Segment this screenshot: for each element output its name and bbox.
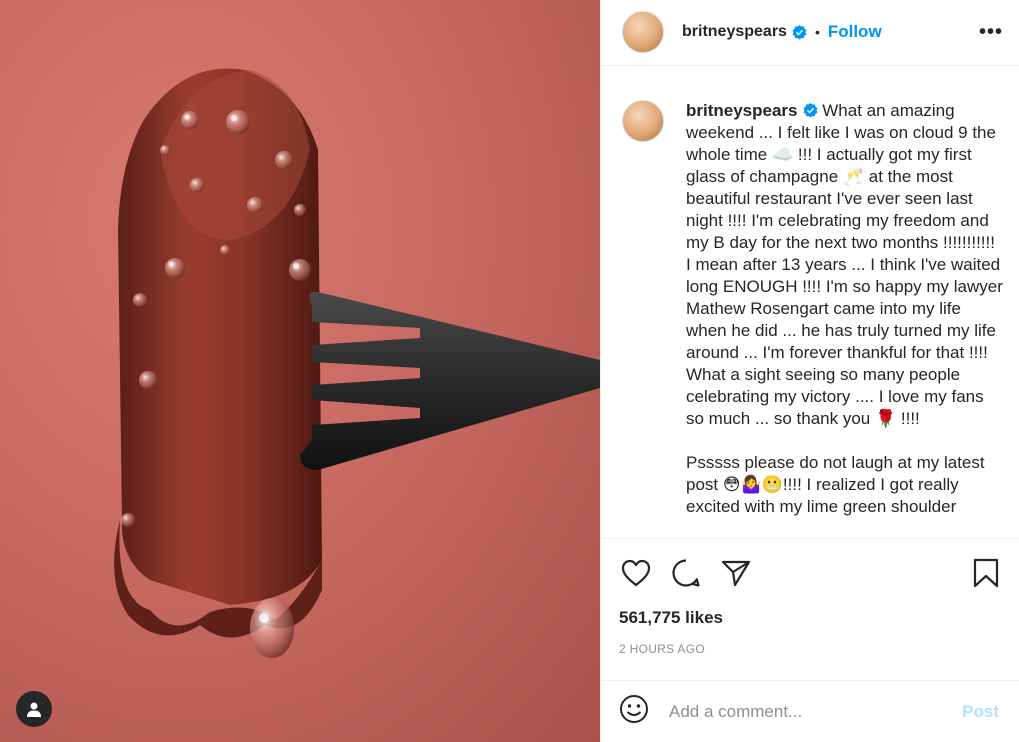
share-button[interactable] <box>719 556 753 590</box>
action-bar <box>601 538 1019 606</box>
follow-button[interactable]: Follow <box>828 22 882 42</box>
comment-icon <box>672 559 700 587</box>
post-sidebar: britneyspears • Follow ••• britneyspears… <box>600 0 1019 742</box>
verified-badge-icon <box>792 24 807 40</box>
caption-text: What an amazing weekend ... I felt like … <box>686 100 1008 428</box>
username[interactable]: britneyspears <box>682 23 787 41</box>
instagram-post-modal: britneyspears • Follow ••• britneyspears… <box>0 0 1019 742</box>
more-options-icon[interactable]: ••• <box>979 21 1003 44</box>
share-icon <box>721 560 751 586</box>
caption-row: britneyspears What an amazing weekend ..… <box>622 99 1003 539</box>
avatar[interactable] <box>622 11 664 54</box>
likes-count[interactable]: 561,775 likes <box>601 608 1019 628</box>
user-tag-button[interactable] <box>16 691 52 727</box>
avatar[interactable] <box>622 99 664 142</box>
post-header: britneyspears • Follow ••• <box>601 0 1019 66</box>
emoji-icon <box>620 695 648 724</box>
comment-input[interactable] <box>667 700 963 723</box>
comment-button[interactable] <box>669 556 703 590</box>
post-timestamp[interactable]: 2 HOURS AGO <box>601 642 1019 656</box>
add-comment-bar: Post <box>601 680 1019 742</box>
emoji-button[interactable] <box>619 694 649 729</box>
caption-username[interactable]: britneyspears <box>686 101 798 120</box>
comments-section[interactable]: britneyspears What an amazing weekend ..… <box>601 66 1019 539</box>
lipstick-fork-photo <box>114 68 600 658</box>
save-button[interactable] <box>969 556 1003 590</box>
bookmark-icon <box>973 558 999 587</box>
caption-paragraph-2: Psssss please do not laugh at my latest … <box>686 452 990 516</box>
verified-badge-icon <box>803 102 818 118</box>
user-tag-icon <box>27 702 41 717</box>
separator-dot: • <box>814 24 820 41</box>
caption-paragraph-1: britneyspears What an amazing weekend ..… <box>686 100 1003 430</box>
heart-icon <box>621 559 651 586</box>
like-button[interactable] <box>619 556 653 590</box>
post-comment-button[interactable]: Post <box>962 702 999 722</box>
caption: britneyspears What an amazing weekend ..… <box>686 100 1003 539</box>
post-image[interactable] <box>0 0 600 742</box>
